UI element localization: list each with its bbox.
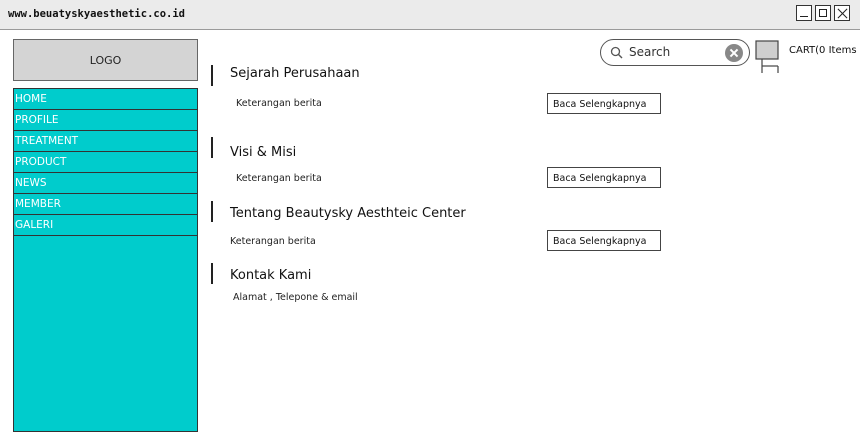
nav-item-product[interactable]: PRODUCT	[14, 152, 197, 173]
section-desc: Keterangan berita	[230, 236, 316, 247]
nav-item-member[interactable]: MEMBER	[14, 194, 197, 215]
section-title-tentang: Tentang Beautysky Aesthteic Center	[230, 206, 466, 221]
section-title-sejarah: Sejarah Perusahaan	[230, 66, 360, 81]
logo[interactable]: LOGO	[13, 39, 198, 81]
minimize-button[interactable]	[796, 5, 812, 21]
logo-label: LOGO	[89, 53, 122, 67]
read-more-button[interactable]: Baca Selengkapnya	[547, 230, 661, 251]
search-placeholder: Search	[629, 45, 671, 59]
nav-item-home[interactable]: HOME	[14, 89, 197, 110]
section-divider	[211, 65, 213, 86]
clear-search-icon[interactable]	[725, 44, 743, 62]
section-divider	[211, 263, 213, 284]
cart-icon[interactable]	[754, 40, 780, 74]
section-desc: Keterangan berita	[236, 98, 322, 109]
close-button[interactable]	[834, 5, 850, 21]
nav-item-news[interactable]: NEWS	[14, 173, 197, 194]
sidebar-nav: HOME PROFILE TREATMENT PRODUCT NEWS MEMB…	[13, 88, 198, 432]
section-desc: Keterangan berita	[236, 173, 322, 184]
nav-item-profile[interactable]: PROFILE	[14, 110, 197, 131]
section-title-kontak: Kontak Kami	[230, 268, 312, 283]
browser-titlebar: www.beuatyskyaesthetic.co.id	[0, 0, 860, 30]
nav-item-treatment[interactable]: TREATMENT	[14, 131, 197, 152]
maximize-button[interactable]	[815, 5, 831, 21]
contact-info: Alamat , Telepone & email	[233, 292, 358, 303]
section-divider	[211, 201, 213, 222]
search-input[interactable]: Search	[600, 39, 750, 66]
search-icon	[610, 46, 623, 59]
section-divider	[211, 137, 213, 158]
section-title-visi-misi: Visi & Misi	[230, 145, 297, 160]
url-text: www.beuatyskyaesthetic.co.id	[8, 8, 186, 20]
read-more-button[interactable]: Baca Selengkapnya	[547, 167, 661, 188]
read-more-button[interactable]: Baca Selengkapnya	[547, 93, 661, 114]
nav-item-galeri[interactable]: GALERI	[14, 215, 197, 236]
cart-label[interactable]: CART(0 Items	[789, 45, 857, 56]
